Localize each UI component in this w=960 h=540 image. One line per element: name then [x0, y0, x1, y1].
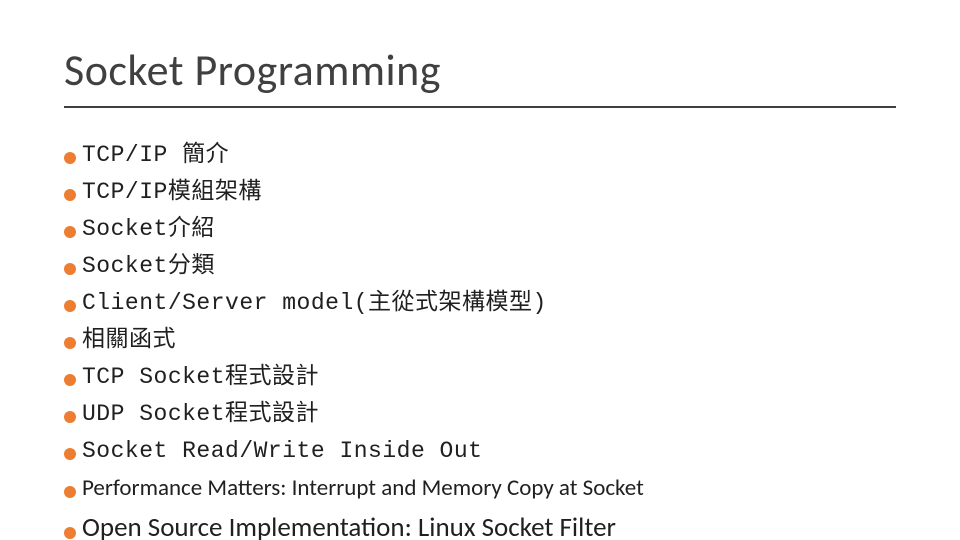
slide: Socket Programming TCP/IP 簡介 TCP/IP模組架構 …	[0, 0, 960, 540]
slide-title: Socket Programming	[64, 45, 896, 96]
bullet-text: Socket Read/Write Inside Out	[82, 436, 482, 467]
list-item: Socket介紹	[64, 214, 920, 245]
bullet-list: TCP/IP 簡介 TCP/IP模組架構 Socket介紹 Socket分類 C…	[64, 140, 920, 540]
list-item: TCP/IP模組架構	[64, 177, 920, 208]
bullet-icon	[64, 374, 76, 386]
bullet-text: 相關函式	[82, 325, 176, 356]
bullet-icon	[64, 300, 76, 312]
bullet-text: Performance Matters: Interrupt and Memor…	[82, 473, 644, 504]
list-item: Socket分類	[64, 251, 920, 282]
list-item: 相關函式	[64, 325, 920, 356]
bullet-icon	[64, 411, 76, 423]
title-block: Socket Programming	[64, 45, 896, 108]
bullet-icon	[64, 486, 76, 498]
bullet-text: TCP Socket程式設計	[82, 362, 319, 393]
list-item: TCP/IP 簡介	[64, 140, 920, 171]
list-item: Client/Server model(主從式架構模型)	[64, 288, 920, 319]
bullet-icon	[64, 189, 76, 201]
bullet-icon	[64, 448, 76, 460]
bullet-text: TCP/IP模組架構	[82, 177, 262, 208]
list-item: Socket Read/Write Inside Out	[64, 436, 920, 467]
bullet-text: Socket分類	[82, 251, 215, 282]
bullet-text: Socket介紹	[82, 214, 215, 245]
list-item: Open Source Implementation: Linux Socket…	[64, 510, 920, 540]
list-item: TCP Socket程式設計	[64, 362, 920, 393]
bullet-icon	[64, 527, 76, 539]
bullet-text: TCP/IP 簡介	[82, 140, 229, 171]
bullet-icon	[64, 337, 76, 349]
bullet-icon	[64, 263, 76, 275]
bullet-text: UDP Socket程式設計	[82, 399, 319, 430]
bullet-icon	[64, 152, 76, 164]
bullet-text: Client/Server model(主從式架構模型)	[82, 288, 547, 319]
bullet-icon	[64, 226, 76, 238]
bullet-text: Open Source Implementation: Linux Socket…	[82, 510, 616, 540]
list-item: UDP Socket程式設計	[64, 399, 920, 430]
title-underline	[64, 106, 896, 108]
list-item: Performance Matters: Interrupt and Memor…	[64, 473, 920, 504]
